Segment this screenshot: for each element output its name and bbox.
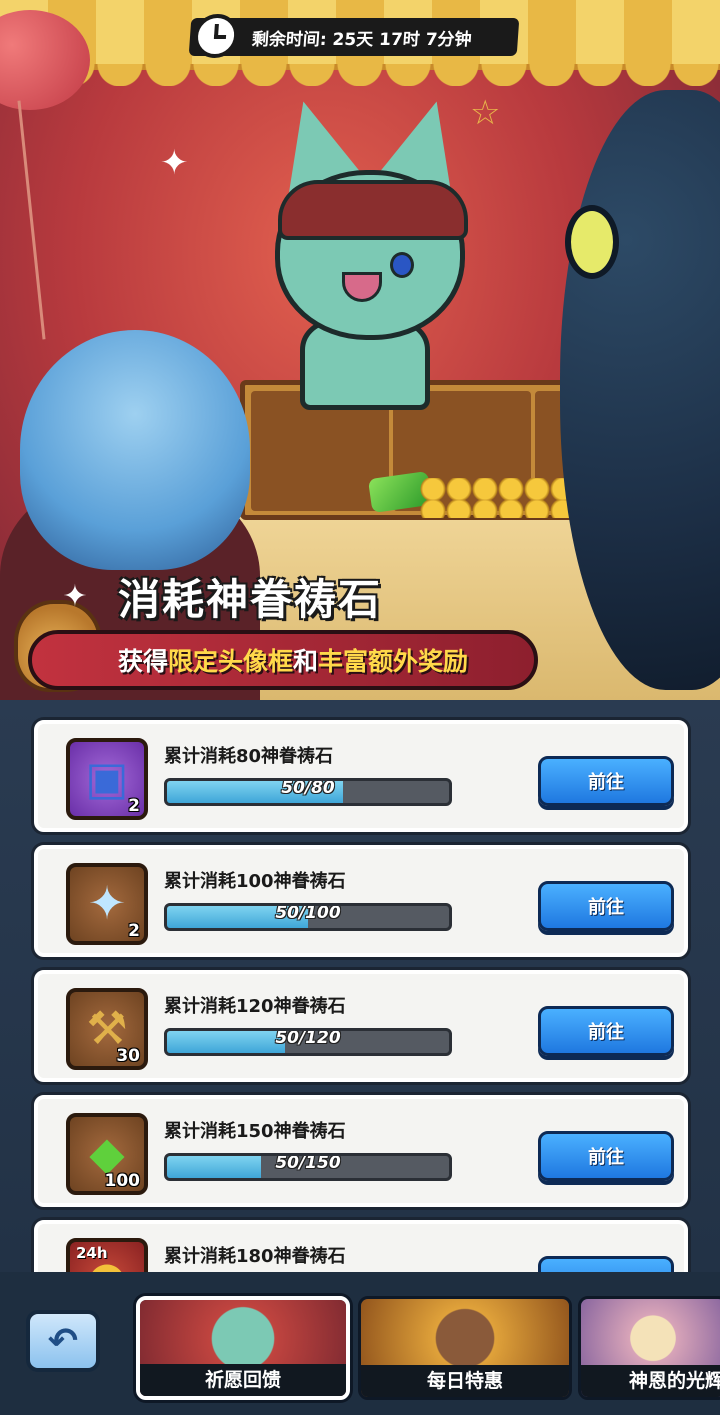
reward-slot[interactable]: 24h ● <box>66 1238 148 1272</box>
task-progress-bar: 50/120 <box>164 1028 452 1056</box>
subtitle-highlight: 限定头像框 <box>168 647 294 676</box>
progress-text: 50/80 <box>281 778 335 798</box>
reward-count: 2 <box>128 796 140 816</box>
event-timer: 剩余时间: 25天 17时 7分钟 <box>188 14 520 58</box>
task-card: ◆ 100 累计消耗150神眷祷石 50/150 前往 <box>34 1095 688 1207</box>
progress-text: 50/150 <box>275 1153 341 1173</box>
task-label: 累计消耗150神眷祷石 <box>164 1121 346 1142</box>
progress-text: 50/120 <box>275 1028 341 1048</box>
task-list[interactable]: ▣ 2 累计消耗80神眷祷石 50/80 前往 ✦ 2 累计消耗100神眷祷石 … <box>0 700 720 1272</box>
task-progress-bar: 50/150 <box>164 1153 452 1181</box>
event-title: 消耗神眷祷石 <box>118 575 383 624</box>
subtitle-highlight: 丰富额外奖励 <box>318 647 469 676</box>
reward-count: 2 <box>128 921 140 941</box>
reward-slot[interactable]: ✦ 2 <box>66 863 148 945</box>
reward-count: 100 <box>104 1171 141 1191</box>
reward-count: 30 <box>116 1046 140 1066</box>
task-label: 累计消耗180神眷祷石 <box>164 1246 346 1267</box>
go-button[interactable]: 前往 <box>538 1131 674 1181</box>
blue-haired-cat-character <box>20 330 250 570</box>
back-button[interactable]: ↶ <box>26 1310 100 1372</box>
subtitle-mid: 和 <box>293 647 319 676</box>
tab-prayer-rewards[interactable]: 祈愿回馈 <box>136 1296 350 1400</box>
clock-icon <box>192 14 240 58</box>
subtitle-prefix: 获得 <box>118 647 169 676</box>
timer-text: 剩余时间: 25天 17时 7分钟 <box>251 29 473 50</box>
go-button[interactable]: 前往 <box>538 756 674 806</box>
task-card: ▣ 2 累计消耗80神眷祷石 50/80 前往 <box>34 720 688 832</box>
bottom-nav: ↶ 祈愿回馈 每日特惠 神恩的光辉 <box>0 1272 720 1415</box>
reward-slot[interactable]: ▣ 2 <box>66 738 148 820</box>
tab-label: 神恩的光辉 <box>581 1365 720 1397</box>
tab-divine-grace[interactable]: 神恩的光辉 <box>578 1296 720 1400</box>
task-progress-bar: 50/80 <box>164 778 452 806</box>
sparkle-icon: ✦ <box>160 143 189 183</box>
tab-daily-deals[interactable]: 每日特惠 <box>358 1296 572 1400</box>
timed-reward-icon: ● <box>70 1250 144 1272</box>
task-label: 累计消耗120神眷祷石 <box>164 996 346 1017</box>
task-progress-bar: 50/100 <box>164 903 452 931</box>
tab-label: 祈愿回馈 <box>140 1364 346 1396</box>
progress-text: 50/100 <box>275 903 341 923</box>
task-label: 累计消耗80神眷祷石 <box>164 746 334 767</box>
task-card: ✦ 2 累计消耗100神眷祷石 50/100 前往 <box>34 845 688 957</box>
shopkeeper-cat-eye <box>390 252 414 278</box>
reward-slot[interactable]: ◆ 100 <box>66 1113 148 1195</box>
shopkeeper-bandana <box>278 180 468 240</box>
go-button[interactable]: 前往 <box>538 881 674 931</box>
go-button[interactable]: 前往 <box>538 1006 674 1056</box>
task-card: 24h ● 累计消耗180神眷祷石 <box>34 1220 688 1272</box>
event-subtitle-banner: 获得 限定头像框和丰富额外奖励 <box>28 630 538 690</box>
reward-slot[interactable]: ⚒ 30 <box>66 988 148 1070</box>
sparkle-icon: ✦ <box>62 579 88 614</box>
task-label: 累计消耗100神眷祷石 <box>164 871 346 892</box>
balloon-string <box>17 100 46 340</box>
back-arrow-icon: ↶ <box>47 1320 79 1362</box>
tab-label: 每日特惠 <box>361 1365 569 1397</box>
go-button[interactable] <box>538 1256 674 1272</box>
task-card: ⚒ 30 累计消耗120神眷祷石 50/120 前往 <box>34 970 688 1082</box>
dark-beast-eye <box>565 205 619 279</box>
awning-scallop <box>0 64 720 86</box>
star-decoration-icon: ☆ <box>470 93 501 133</box>
